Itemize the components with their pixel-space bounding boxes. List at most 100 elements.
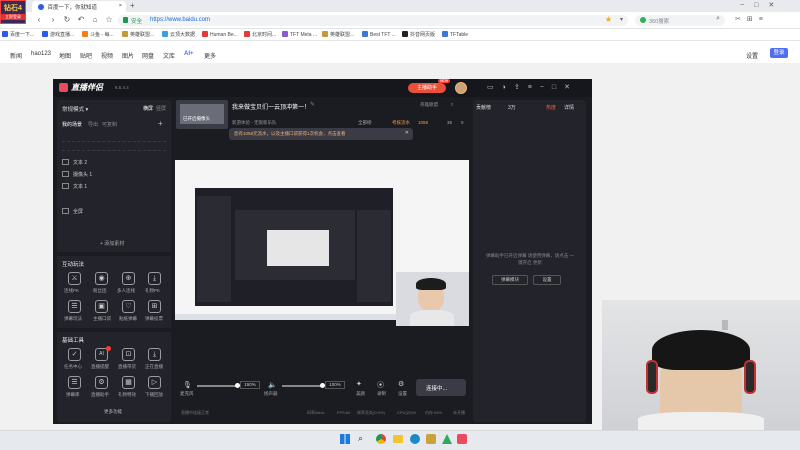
back-icon[interactable]: ‹ bbox=[34, 15, 44, 25]
portrait-toggle[interactable]: 竖屏 bbox=[156, 105, 166, 112]
live-companion-taskbar-icon[interactable] bbox=[457, 434, 467, 444]
barrage-library-icon[interactable]: ☰ bbox=[68, 376, 81, 389]
barrage-settings-button[interactable]: 设置 bbox=[533, 275, 561, 285]
speaker-volume-slider[interactable] bbox=[282, 383, 325, 388]
minimize-icon[interactable]: − bbox=[740, 2, 754, 9]
bookmark-4[interactable]: 英雄联盟... bbox=[122, 31, 154, 38]
barrage-module-button[interactable]: 弹幕模块 bbox=[492, 275, 528, 285]
record-icon[interactable]: ⦿ bbox=[377, 380, 384, 390]
file-explorer-icon[interactable] bbox=[393, 435, 403, 443]
home-icon[interactable]: ⌂ bbox=[90, 15, 100, 25]
browser-tab-baidu[interactable]: 百度一下，你就知道 × bbox=[32, 1, 126, 12]
landscape-toggle[interactable]: 横屏 bbox=[143, 105, 153, 112]
add-material-button[interactable]: + 添加素材 bbox=[100, 240, 124, 247]
pocket-icon[interactable]: ▣ bbox=[95, 300, 108, 313]
bookmark-12[interactable]: TFTable bbox=[442, 31, 468, 38]
mode-selector[interactable]: 常规模式 ▾ bbox=[62, 105, 88, 113]
message-icon[interactable]: ▭ bbox=[487, 84, 502, 91]
stream-title[interactable]: 我来做宝贝们一云顶冲第一！ bbox=[232, 102, 310, 111]
nav-more[interactable]: 更多 bbox=[204, 51, 216, 60]
maximize-icon[interactable]: □ bbox=[754, 2, 768, 9]
scene-tab-copy[interactable]: 可复制 bbox=[102, 121, 117, 128]
beauty-icon[interactable]: ✦ bbox=[356, 380, 362, 388]
nav-tieba[interactable]: 贴吧 bbox=[80, 51, 92, 60]
rank-label[interactable]: 全部榜 bbox=[358, 120, 372, 126]
nav-map[interactable]: 地图 bbox=[59, 51, 71, 60]
speaker-icon[interactable]: 🔈 bbox=[268, 381, 277, 389]
share-label-icon[interactable]: ⇪ bbox=[450, 102, 454, 108]
new-tab-button[interactable]: + bbox=[130, 1, 135, 10]
download-icon[interactable]: ⤓ bbox=[148, 348, 161, 361]
bookmark-5[interactable]: 云顶大数据 bbox=[162, 31, 195, 38]
settings-icon[interactable]: ⚙ bbox=[398, 380, 404, 388]
nav-video[interactable]: 视频 bbox=[101, 51, 113, 60]
reload-icon[interactable]: ↻ bbox=[62, 15, 72, 25]
close-window-icon[interactable]: ✕ bbox=[768, 2, 784, 9]
nav-wenku[interactable]: 文库 bbox=[163, 51, 175, 60]
scene-item-fullscreen[interactable]: 全屏 bbox=[62, 208, 166, 217]
forward-icon[interactable]: › bbox=[48, 15, 58, 25]
app-close-icon[interactable]: ✕ bbox=[564, 84, 578, 91]
tab-close-icon[interactable]: × bbox=[119, 3, 122, 9]
search-icon[interactable]: ⌕ bbox=[716, 15, 720, 23]
scene-item-camera1[interactable]: 摄像头 1 bbox=[62, 171, 166, 180]
multi-link-icon[interactable]: ⊕ bbox=[122, 272, 135, 285]
fan-club-icon[interactable]: ◉ bbox=[95, 272, 108, 285]
vote-icon[interactable]: ⊞ bbox=[148, 300, 161, 313]
tooltip-banner[interactable]: 您有1058元流水，以及主播口袋获得1次机会，点击查看 ✕ bbox=[229, 128, 413, 140]
nav-hao123[interactable]: hao123 bbox=[31, 51, 51, 57]
game-app-icon[interactable] bbox=[426, 434, 436, 444]
headset-icon[interactable]: ◑ bbox=[502, 84, 514, 91]
windows-start-icon[interactable] bbox=[340, 434, 350, 444]
tooltip-close-icon[interactable]: ✕ bbox=[405, 130, 409, 136]
triangle-app-icon[interactable] bbox=[442, 434, 452, 444]
bookmark-3[interactable]: 斗鱼 - 每... bbox=[82, 31, 114, 38]
nav-pan[interactable]: 网盘 bbox=[142, 51, 154, 60]
sticker-icon[interactable]: ♡ bbox=[122, 300, 135, 313]
scene-tab-mine[interactable]: 我的场景 bbox=[62, 121, 82, 128]
chrome-icon[interactable] bbox=[376, 434, 386, 444]
address-bar[interactable]: 安全 https://www.baidu.com ★ ▾ bbox=[118, 15, 628, 26]
app-minimize-icon[interactable]: − bbox=[540, 84, 552, 91]
bookmark-8[interactable]: TFT Meta ... bbox=[282, 31, 317, 38]
assistant-icon[interactable]: ⚙ bbox=[95, 376, 108, 389]
add-scene-icon[interactable]: + bbox=[158, 119, 163, 128]
go-live-button[interactable]: 连接中... bbox=[416, 379, 466, 396]
bookmark-9[interactable]: 英雄联盟... bbox=[322, 31, 354, 38]
more-tools-button[interactable]: 更多功能 bbox=[104, 409, 122, 415]
pk-icon[interactable]: ⚔ bbox=[68, 272, 81, 285]
scene-item-text2[interactable]: 文本 2 bbox=[62, 159, 166, 168]
assessment-label[interactable]: 考核流水 bbox=[392, 120, 410, 126]
mic-icon[interactable]: 🎙 bbox=[183, 381, 192, 389]
nav-news[interactable]: 新闻 bbox=[10, 51, 22, 60]
scene-item-text1[interactable]: 文本 1 bbox=[62, 183, 166, 192]
streamer-assistant-button[interactable]: 主播助手 bbox=[408, 83, 446, 93]
bookmark-2[interactable]: 游戏直播... bbox=[42, 31, 74, 38]
barrage-play-icon[interactable]: ☰ bbox=[68, 300, 81, 313]
url-text[interactable]: https://www.baidu.com bbox=[150, 17, 210, 23]
replay-icon[interactable]: ▷ bbox=[148, 376, 161, 389]
contribution-tab[interactable]: 贡献榜 bbox=[476, 104, 491, 111]
search-input[interactable]: 360搜索 bbox=[649, 17, 669, 25]
search-box[interactable]: 360搜索 ⌕ bbox=[635, 15, 725, 26]
bookmark-6[interactable]: Human Be... bbox=[202, 31, 238, 38]
stream-cover-thumbnail[interactable]: 已开启摄像头 bbox=[176, 100, 228, 129]
hot-tab[interactable]: 热度 bbox=[546, 104, 556, 111]
scene-tab-export[interactable]: 导出 bbox=[88, 121, 98, 128]
login-button[interactable]: 登录 bbox=[770, 48, 788, 58]
search-taskbar-icon[interactable]: ⌕ bbox=[358, 433, 363, 444]
detail-tab[interactable]: 详情 bbox=[564, 104, 574, 111]
gift-effect-icon[interactable]: ▦ bbox=[122, 376, 135, 389]
app-maximize-icon[interactable]: □ bbox=[552, 84, 564, 91]
edge-icon[interactable] bbox=[410, 434, 420, 444]
task-center-icon[interactable]: ✓ bbox=[68, 348, 81, 361]
share-icon[interactable]: ⇪ bbox=[514, 84, 528, 91]
bookmark-1[interactable]: 百度一下... bbox=[2, 31, 34, 38]
undo-icon[interactable]: ↶ bbox=[76, 15, 86, 25]
avatar[interactable] bbox=[455, 82, 467, 94]
bookmark-7[interactable]: 北京时间... bbox=[244, 31, 276, 38]
edit-title-icon[interactable]: ✎ bbox=[310, 101, 315, 108]
gift-pk-icon[interactable]: ⤓ bbox=[148, 272, 161, 285]
star-icon[interactable]: ★ bbox=[605, 15, 612, 24]
menu-icon[interactable]: ≡ bbox=[759, 16, 769, 23]
